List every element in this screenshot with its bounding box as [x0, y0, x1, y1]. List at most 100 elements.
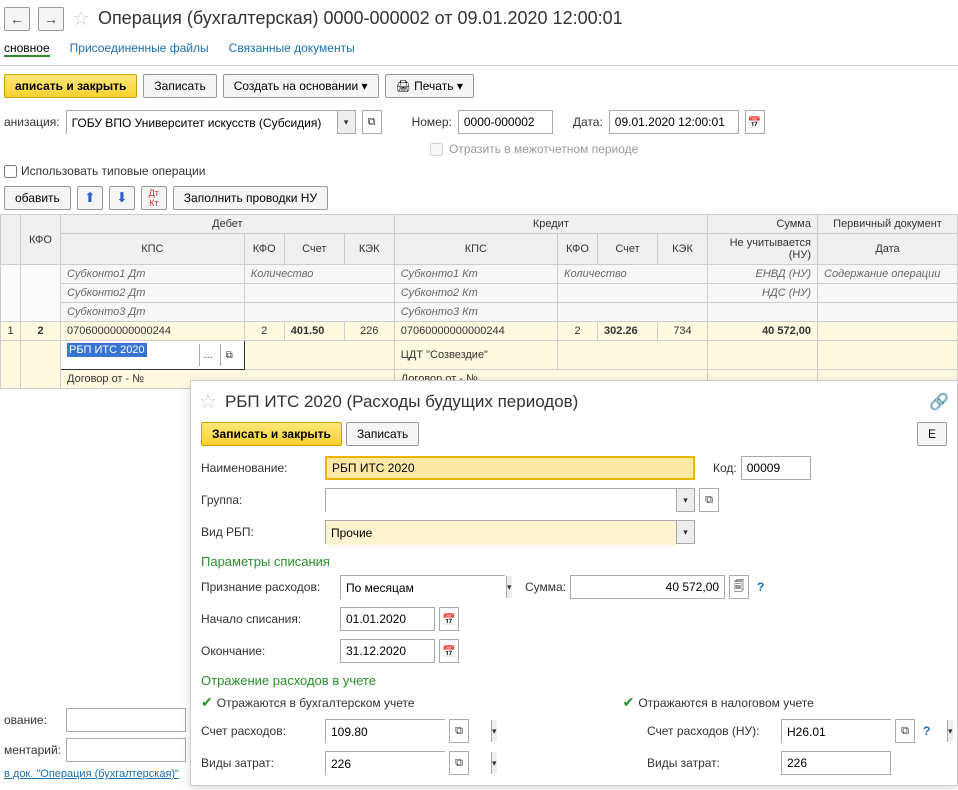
- chevron-down-icon[interactable]: ▾: [947, 720, 953, 742]
- col-kfo: КФО: [21, 215, 61, 265]
- add-button[interactable]: обавить: [4, 186, 71, 210]
- dialog-more-button[interactable]: Е: [917, 422, 947, 446]
- check-icon[interactable]: ✔: [623, 694, 635, 711]
- move-down-button[interactable]: ⬇: [109, 186, 135, 210]
- entries-grid[interactable]: КФО Дебет Кредит Сумма Первичный докумен…: [0, 214, 958, 389]
- tab-main[interactable]: сновное: [4, 41, 50, 57]
- open-icon[interactable]: ⧉: [362, 110, 382, 134]
- link-icon[interactable]: 🔗: [929, 392, 949, 412]
- chevron-down-icon[interactable]: ▾: [491, 720, 497, 742]
- acc-select[interactable]: ▾: [325, 719, 445, 743]
- end-date-input[interactable]: [340, 639, 435, 663]
- date-label: Дата:: [573, 115, 603, 129]
- chevron-down-icon: ▾: [457, 79, 463, 93]
- printer-icon: [396, 79, 411, 93]
- doc-link[interactable]: в док. "Операция (бухгалтерская)": [4, 768, 179, 780]
- dialog-title: РБП ИТС 2020 (Расходы будущих периодов): [225, 392, 578, 412]
- sum-label: Сумма:: [525, 580, 566, 594]
- comment-input[interactable]: [66, 738, 186, 762]
- org-input[interactable]: [67, 111, 337, 135]
- cost-nu-label: Виды затрат:: [647, 756, 777, 770]
- name-label: Наименование:: [201, 461, 321, 475]
- type-select[interactable]: ▾: [325, 520, 695, 544]
- calendar-icon[interactable]: [745, 110, 765, 134]
- org-select[interactable]: ▾: [66, 110, 356, 134]
- code-label: Код:: [713, 461, 737, 475]
- col-debit: Дебет: [61, 215, 395, 234]
- check-icon[interactable]: ✔: [201, 694, 213, 711]
- open-icon[interactable]: ⧉: [699, 488, 719, 512]
- print-button[interactable]: Печать ▾: [385, 74, 474, 98]
- name-input[interactable]: [325, 456, 695, 480]
- favorite-star-icon[interactable]: ☆: [72, 6, 90, 31]
- basis-input[interactable]: [66, 708, 186, 732]
- col-credit: Кредит: [394, 215, 707, 234]
- end-label: Окончание:: [201, 644, 336, 658]
- dialog-save-button[interactable]: Записать: [346, 422, 419, 446]
- dtkt-button[interactable]: ДтКт: [141, 186, 167, 210]
- fill-nu-button[interactable]: Заполнить проводки НУ: [173, 186, 328, 210]
- col-sum: Сумма: [708, 215, 818, 234]
- table-row[interactable]: 1 2 07060000000000244 2 401.50 226 07060…: [1, 322, 958, 341]
- acc-nu-select[interactable]: ▾: [781, 719, 891, 743]
- open-icon[interactable]: ⧉: [220, 344, 238, 366]
- chevron-down-icon[interactable]: ▾: [676, 489, 694, 511]
- calendar-icon[interactable]: [439, 607, 459, 631]
- start-date-input[interactable]: [340, 607, 435, 631]
- org-label: анизация:: [4, 115, 60, 129]
- save-close-button[interactable]: аписать и закрыть: [4, 74, 137, 98]
- create-based-button[interactable]: Создать на основании ▾: [223, 74, 379, 98]
- number-input[interactable]: [458, 110, 553, 134]
- code-input[interactable]: [741, 456, 811, 480]
- help-icon[interactable]: ?: [753, 580, 768, 594]
- cost-nu-input[interactable]: [781, 751, 891, 775]
- group-label: Группа:: [201, 493, 321, 507]
- period-checkbox: [430, 143, 443, 156]
- num-label: Номер:: [412, 115, 452, 129]
- save-button[interactable]: Записать: [143, 74, 216, 98]
- tabs: сновное Присоединенные файлы Связанные д…: [0, 37, 958, 66]
- favorite-star-icon[interactable]: ☆: [199, 389, 217, 414]
- calendar-icon[interactable]: [439, 639, 459, 663]
- start-label: Начало списания:: [201, 612, 336, 626]
- sum-input[interactable]: [570, 575, 725, 599]
- help-icon[interactable]: ?: [919, 724, 934, 738]
- tab-linked[interactable]: Связанные документы: [229, 41, 355, 57]
- calculator-icon[interactable]: 🗐: [729, 575, 749, 599]
- use-typical-checkbox[interactable]: [4, 165, 17, 178]
- toolbar: аписать и закрыть Записать Создать на ос…: [0, 66, 958, 106]
- chevron-down-icon[interactable]: ▾: [506, 576, 512, 598]
- dialog-save-close-button[interactable]: Записать и закрыть: [201, 422, 342, 446]
- ellipsis-icon[interactable]: …: [199, 344, 217, 366]
- params-section-title: Параметры списания: [201, 554, 947, 569]
- group-select[interactable]: ▾: [325, 488, 695, 512]
- arrow-down-icon: ⬇: [116, 190, 127, 206]
- open-icon[interactable]: ⧉: [895, 719, 915, 743]
- arrow-left-icon: ←: [10, 11, 24, 27]
- subconto-selected[interactable]: РБП ИТС 2020: [67, 343, 147, 357]
- use-typical-label: Использовать типовые операции: [21, 164, 205, 178]
- header: ← → ☆ Операция (бухгалтерская) 0000-0000…: [0, 0, 958, 37]
- move-up-button[interactable]: ⬆: [77, 186, 103, 210]
- recog-select[interactable]: ▾: [340, 575, 505, 599]
- open-icon[interactable]: ⧉: [449, 751, 469, 775]
- col-primary: Первичный документ: [818, 215, 958, 234]
- nav-forward-button[interactable]: →: [38, 7, 64, 31]
- dtkt-icon: ДтКт: [149, 188, 159, 208]
- cost-select[interactable]: ▾: [325, 751, 445, 775]
- open-icon[interactable]: ⧉: [449, 719, 469, 743]
- table-row[interactable]: РБП ИТС 2020 … ⧉ ЦДТ "Созвездие": [1, 341, 958, 370]
- chevron-down-icon[interactable]: ▾: [676, 521, 694, 543]
- chevron-down-icon[interactable]: ▾: [491, 752, 497, 774]
- date-input[interactable]: [609, 110, 739, 134]
- basis-label: ование:: [4, 713, 62, 727]
- reflect-section-title: Отражение расходов в учете: [201, 673, 947, 688]
- form-row-org: анизация: ▾ ⧉ Номер: Дата:: [0, 106, 958, 138]
- chevron-down-icon[interactable]: ▾: [337, 111, 355, 133]
- form-row-period: Отразить в межотчетном периоде: [0, 138, 958, 160]
- reflect-nu-label: Отражаются в налоговом учете: [638, 696, 813, 710]
- nav-back-button[interactable]: ←: [4, 7, 30, 31]
- recog-label: Признание расходов:: [201, 580, 336, 594]
- comment-label: ментарий:: [4, 743, 62, 757]
- tab-files[interactable]: Присоединенные файлы: [70, 41, 209, 57]
